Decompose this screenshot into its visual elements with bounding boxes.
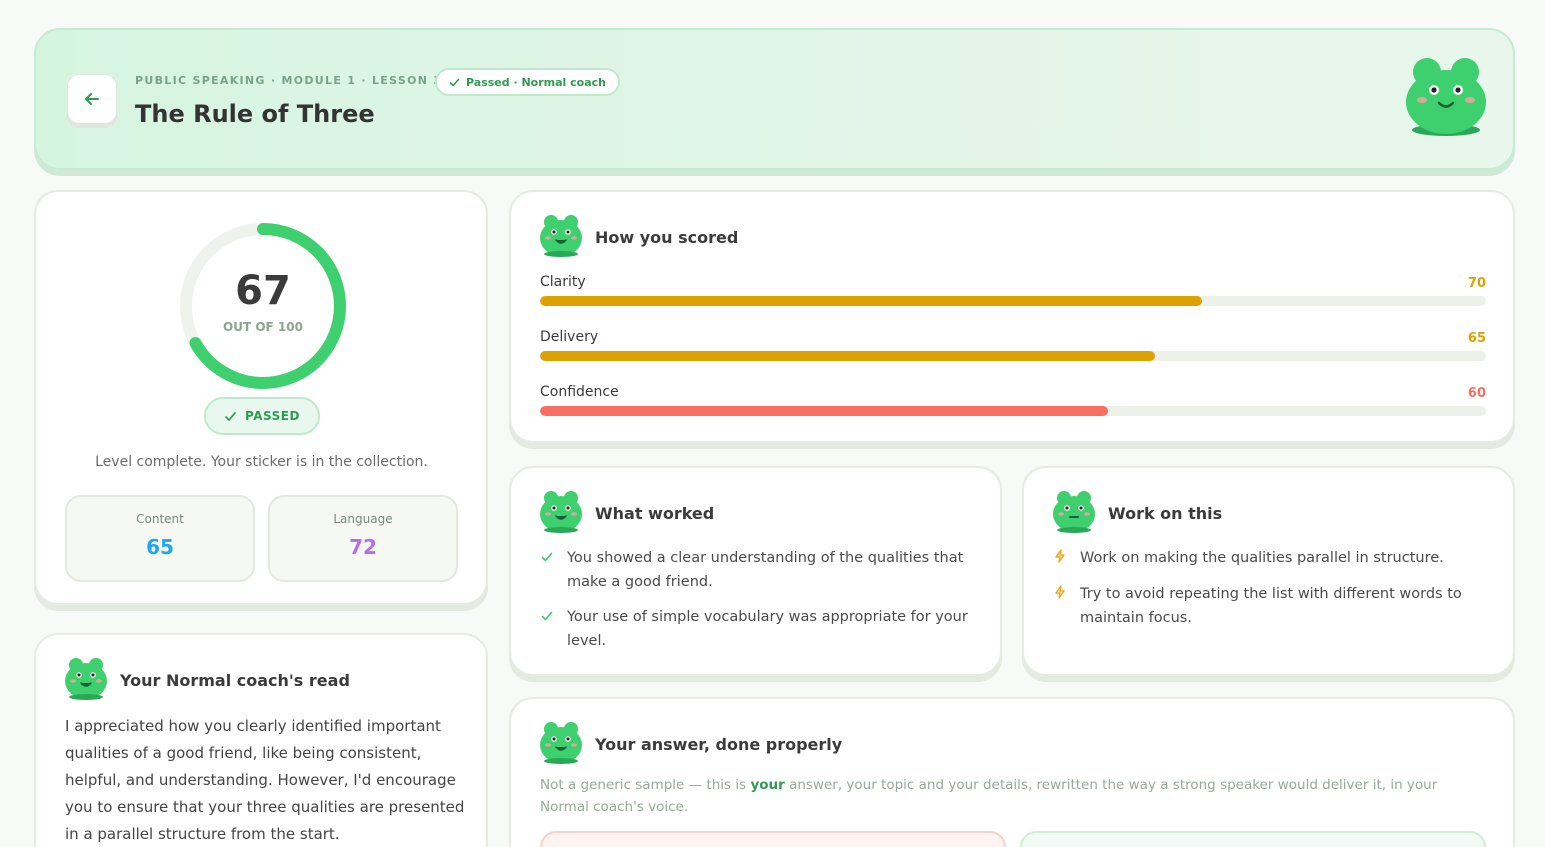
- score-out-of: OUT OF 100: [223, 320, 303, 334]
- bar-fill: [540, 296, 1203, 306]
- answer-description: Not a generic sample — this is your answ…: [540, 774, 1480, 818]
- answer-header: Your answer, done properly: [539, 719, 842, 769]
- back-arrow-icon: [85, 93, 99, 105]
- what-worked-header: What worked: [539, 488, 714, 538]
- how-you-scored-card: How you scored Clarity 70 Delivery 65 Co…: [509, 190, 1515, 443]
- page-title: The Rule of Three: [135, 100, 375, 128]
- improved-answer-box: [1020, 831, 1486, 847]
- section-title: How you scored: [595, 227, 739, 247]
- score-card: 67 OUT OF 100 PASSED Level complete. You…: [34, 190, 488, 605]
- bar-label: Confidence: [540, 384, 619, 400]
- score-bar-clarity: Clarity 70: [540, 274, 1486, 306]
- section-title: Your answer, done properly: [595, 734, 843, 754]
- coach-read-card: Your Normal coach's read I appreciated h…: [34, 633, 488, 847]
- frog-mascot-icon: [539, 212, 583, 262]
- answer-description-part: Not a generic sample — this is: [540, 777, 751, 793]
- content-score-tile: Content 65: [65, 495, 255, 582]
- frog-mascot-icon: [539, 488, 583, 538]
- lightning-icon: [1054, 546, 1068, 571]
- status-badge-label: Passed · Normal coach: [466, 75, 606, 89]
- score-bar-confidence: Confidence 60: [540, 384, 1486, 416]
- frog-mascot-icon: [1405, 50, 1487, 144]
- frog-mascot-icon: [1052, 488, 1096, 538]
- bar-fill: [540, 351, 1155, 361]
- bar-track: [540, 296, 1486, 306]
- language-score-tile: Language 72: [268, 495, 458, 582]
- bar-fill: [540, 406, 1108, 416]
- what-worked-card: What worked You showed a clear understan…: [509, 466, 1002, 676]
- lightning-icon: [1054, 582, 1068, 630]
- section-title: Work on this: [1108, 503, 1223, 523]
- list-item: You showed a clear understanding of the …: [541, 546, 981, 594]
- work-on-header: Work on this: [1052, 488, 1222, 538]
- check-icon: [225, 411, 236, 421]
- lesson-header: PUBLIC SPEAKING · MODULE 1 · LESSON 3 Pa…: [34, 28, 1515, 170]
- bar-value: 65: [1467, 331, 1486, 346]
- score-ring: 67 OUT OF 100: [177, 220, 349, 392]
- check-icon: [541, 546, 555, 594]
- list-item: Your use of simple vocabulary was approp…: [541, 605, 981, 653]
- score-bar-delivery: Delivery 65: [540, 329, 1486, 361]
- list-item: Work on making the qualities parallel in…: [1054, 546, 1494, 571]
- list-item-text: Your use of simple vocabulary was approp…: [567, 609, 968, 649]
- back-button[interactable]: [67, 74, 117, 124]
- bar-value: 70: [1467, 276, 1486, 291]
- work-on-this-card: Work on this Work on making the qualitie…: [1022, 466, 1515, 676]
- passed-label: PASSED: [245, 409, 300, 423]
- check-icon: [449, 78, 460, 86]
- original-answer-box: [540, 831, 1006, 847]
- breadcrumb: PUBLIC SPEAKING · MODULE 1 · LESSON 3: [135, 74, 443, 87]
- level-complete-message: Level complete. Your sticker is in the c…: [95, 454, 428, 470]
- language-value: 72: [349, 535, 377, 559]
- bar-label: Clarity: [540, 274, 586, 290]
- how-scored-header: How you scored: [539, 212, 738, 262]
- language-label: Language: [333, 512, 393, 526]
- work-on-list: Work on making the qualities parallel in…: [1054, 546, 1494, 641]
- status-badge: Passed · Normal coach: [435, 68, 620, 96]
- answer-card: Your answer, done properly Not a generic…: [509, 697, 1515, 847]
- list-item: Try to avoid repeating the list with dif…: [1054, 582, 1494, 630]
- list-item-text: Try to avoid repeating the list with dif…: [1080, 586, 1462, 626]
- score-value: 67: [235, 268, 291, 314]
- bar-track: [540, 406, 1486, 416]
- frog-mascot-icon: [539, 719, 583, 769]
- list-item-text: You showed a clear understanding of the …: [567, 550, 964, 590]
- coach-feedback-text: I appreciated how you clearly identified…: [65, 717, 465, 843]
- answer-description-emphasis: your: [750, 777, 785, 793]
- what-worked-list: You showed a clear understanding of the …: [541, 546, 981, 664]
- bar-label: Delivery: [540, 329, 599, 345]
- content-label: Content: [136, 512, 184, 526]
- bar-track: [540, 351, 1486, 361]
- section-title: Your Normal coach's read: [120, 670, 350, 690]
- frog-mascot-icon: [64, 655, 108, 705]
- check-icon: [541, 605, 555, 653]
- content-value: 65: [146, 535, 174, 559]
- bar-value: 60: [1467, 386, 1486, 401]
- passed-badge: PASSED: [204, 397, 320, 435]
- section-title: What worked: [595, 503, 715, 523]
- list-item-text: Work on making the qualities parallel in…: [1080, 550, 1444, 566]
- coach-read-header: Your Normal coach's read: [64, 655, 350, 705]
